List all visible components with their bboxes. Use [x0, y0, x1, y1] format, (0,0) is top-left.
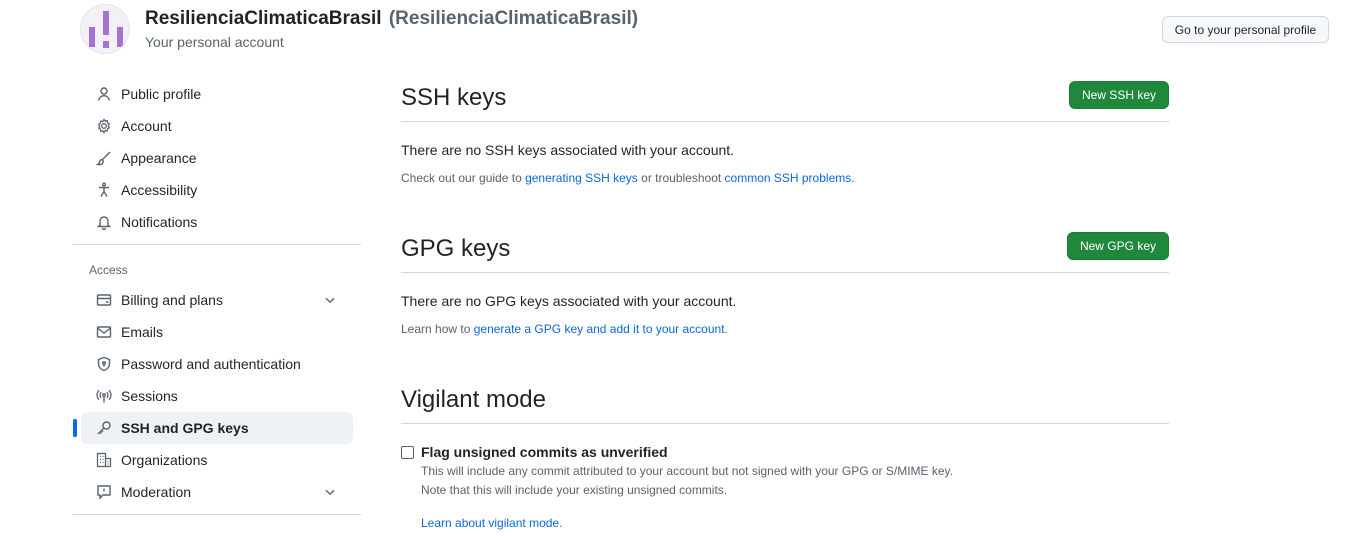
- sidebar-item-label: Emails: [121, 324, 164, 340]
- common-ssh-problems-link[interactable]: common SSH problems: [725, 171, 852, 185]
- avatar-shape: [89, 27, 95, 47]
- go-to-profile-button[interactable]: Go to your personal profile: [1162, 16, 1329, 43]
- sidebar-item-moderation[interactable]: Moderation: [81, 476, 353, 508]
- gpg-hint-text: Learn how to: [401, 322, 474, 336]
- avatar-shape: [103, 41, 109, 48]
- vigilant-mode-section: Vigilant mode Flag unsigned commits as u…: [401, 380, 1169, 532]
- account-title: ResilienciaClimaticaBrasil (ResilienciaC…: [145, 8, 638, 30]
- sidebar-item-ssh-gpg-keys[interactable]: SSH and GPG keys: [73, 412, 353, 444]
- vigilant-note-line: This will include any commit attributed …: [421, 464, 954, 478]
- generate-gpg-key-link[interactable]: generate a GPG key and add it to your ac…: [474, 322, 725, 336]
- ssh-keys-header: SSH keys New SSH key: [401, 78, 1169, 122]
- vigilant-mode-title: Vigilant mode: [401, 386, 546, 413]
- gear-icon: [96, 118, 112, 134]
- gpg-keys-header: GPG keys New GPG key: [401, 229, 1169, 273]
- broadcast-icon: [96, 388, 112, 404]
- sidebar-item-accessibility[interactable]: Accessibility: [81, 174, 353, 206]
- chevron-down-icon[interactable]: [323, 485, 337, 499]
- accessibility-icon: [96, 182, 112, 198]
- chevron-down-icon[interactable]: [323, 293, 337, 307]
- main-content: SSH keys New SSH key There are no SSH ke…: [401, 78, 1169, 532]
- sidebar-item-organizations[interactable]: Organizations: [81, 444, 353, 476]
- ssh-empty-message: There are no SSH keys associated with yo…: [401, 142, 735, 158]
- account-login: (ResilienciaClimaticaBrasil): [388, 8, 639, 29]
- sidebar-item-label: Password and authentication: [121, 356, 301, 372]
- avatar[interactable]: [80, 4, 130, 54]
- sidebar-item-label: Sessions: [121, 388, 178, 404]
- gpg-empty-message: There are no GPG keys associated with yo…: [401, 293, 737, 309]
- vigilant-note: This will include any commit attributed …: [421, 462, 1169, 500]
- ssh-keys-section: SSH keys New SSH key There are no SSH ke…: [401, 78, 1169, 185]
- vigilant-checkbox-row: Flag unsigned commits as unverified: [401, 444, 1169, 460]
- sidebar-item-billing[interactable]: Billing and plans: [81, 284, 353, 316]
- sidebar-item-appearance[interactable]: Appearance: [81, 142, 353, 174]
- gpg-hint-text: .: [724, 322, 728, 336]
- sidebar-item-label: Account: [121, 118, 172, 134]
- sidebar-section-access: Access: [89, 263, 128, 277]
- flag-unsigned-checkbox[interactable]: [401, 445, 414, 459]
- account-subtitle: Your personal account: [145, 34, 284, 50]
- mail-icon: [96, 324, 112, 340]
- gpg-keys-title: GPG keys: [401, 235, 511, 262]
- active-indicator: [73, 419, 77, 437]
- vigilant-note-line: Note that this will include your existin…: [421, 483, 728, 497]
- key-icon: [96, 420, 112, 436]
- sidebar-divider: [73, 514, 361, 515]
- sidebar-item-public-profile[interactable]: Public profile: [81, 78, 353, 110]
- sidebar-item-label: Notifications: [121, 214, 198, 230]
- avatar-shape: [117, 27, 123, 47]
- sidebar-item-label: Accessibility: [121, 182, 198, 198]
- new-gpg-key-button[interactable]: New GPG key: [1066, 232, 1169, 260]
- sidebar-item-emails[interactable]: Emails: [81, 316, 353, 348]
- report-icon: [96, 484, 112, 500]
- flag-unsigned-label[interactable]: Flag unsigned commits as unverified: [421, 444, 668, 460]
- paintbrush-icon: [96, 150, 112, 166]
- person-icon: [96, 86, 112, 102]
- avatar-shape: [103, 11, 109, 35]
- credit-card-icon: [96, 292, 112, 308]
- organization-icon: [96, 452, 112, 468]
- sidebar-item-label: SSH and GPG keys: [121, 420, 249, 436]
- generating-ssh-keys-link[interactable]: generating SSH keys: [525, 171, 638, 185]
- sidebar-item-label: Moderation: [121, 484, 192, 500]
- new-ssh-key-button[interactable]: New SSH key: [1068, 81, 1169, 109]
- sidebar-item-notifications[interactable]: Notifications: [81, 206, 353, 238]
- settings-sidebar: Public profile Account Appearance Access…: [73, 78, 361, 515]
- gpg-hint: Learn how to generate a GPG key and add …: [401, 322, 1169, 336]
- sidebar-item-label: Organizations: [121, 452, 208, 468]
- sidebar-divider: [73, 244, 361, 245]
- sidebar-item-label: Appearance: [121, 150, 197, 166]
- gpg-keys-section: GPG keys New GPG key There are no GPG ke…: [401, 229, 1169, 336]
- shield-lock-icon: [96, 356, 112, 372]
- sidebar-item-label: Billing and plans: [121, 292, 223, 308]
- ssh-hint-text: .: [851, 171, 855, 185]
- learn-vigilant-mode-link[interactable]: Learn about vigilant mode.: [421, 516, 562, 530]
- sidebar-item-account[interactable]: Account: [81, 110, 353, 142]
- ssh-hint-text: Check out our guide to: [401, 171, 526, 185]
- account-name[interactable]: ResilienciaClimaticaBrasil: [145, 8, 382, 29]
- sidebar-item-label: Public profile: [121, 86, 202, 102]
- vigilant-mode-header: Vigilant mode: [401, 380, 1169, 424]
- sidebar-item-sessions[interactable]: Sessions: [81, 380, 353, 412]
- ssh-hint-text: or troubleshoot: [637, 171, 725, 185]
- ssh-hint: Check out our guide to generating SSH ke…: [401, 171, 1169, 185]
- ssh-keys-title: SSH keys: [401, 84, 507, 111]
- bell-icon: [96, 214, 112, 230]
- sidebar-item-password-authentication[interactable]: Password and authentication: [81, 348, 353, 380]
